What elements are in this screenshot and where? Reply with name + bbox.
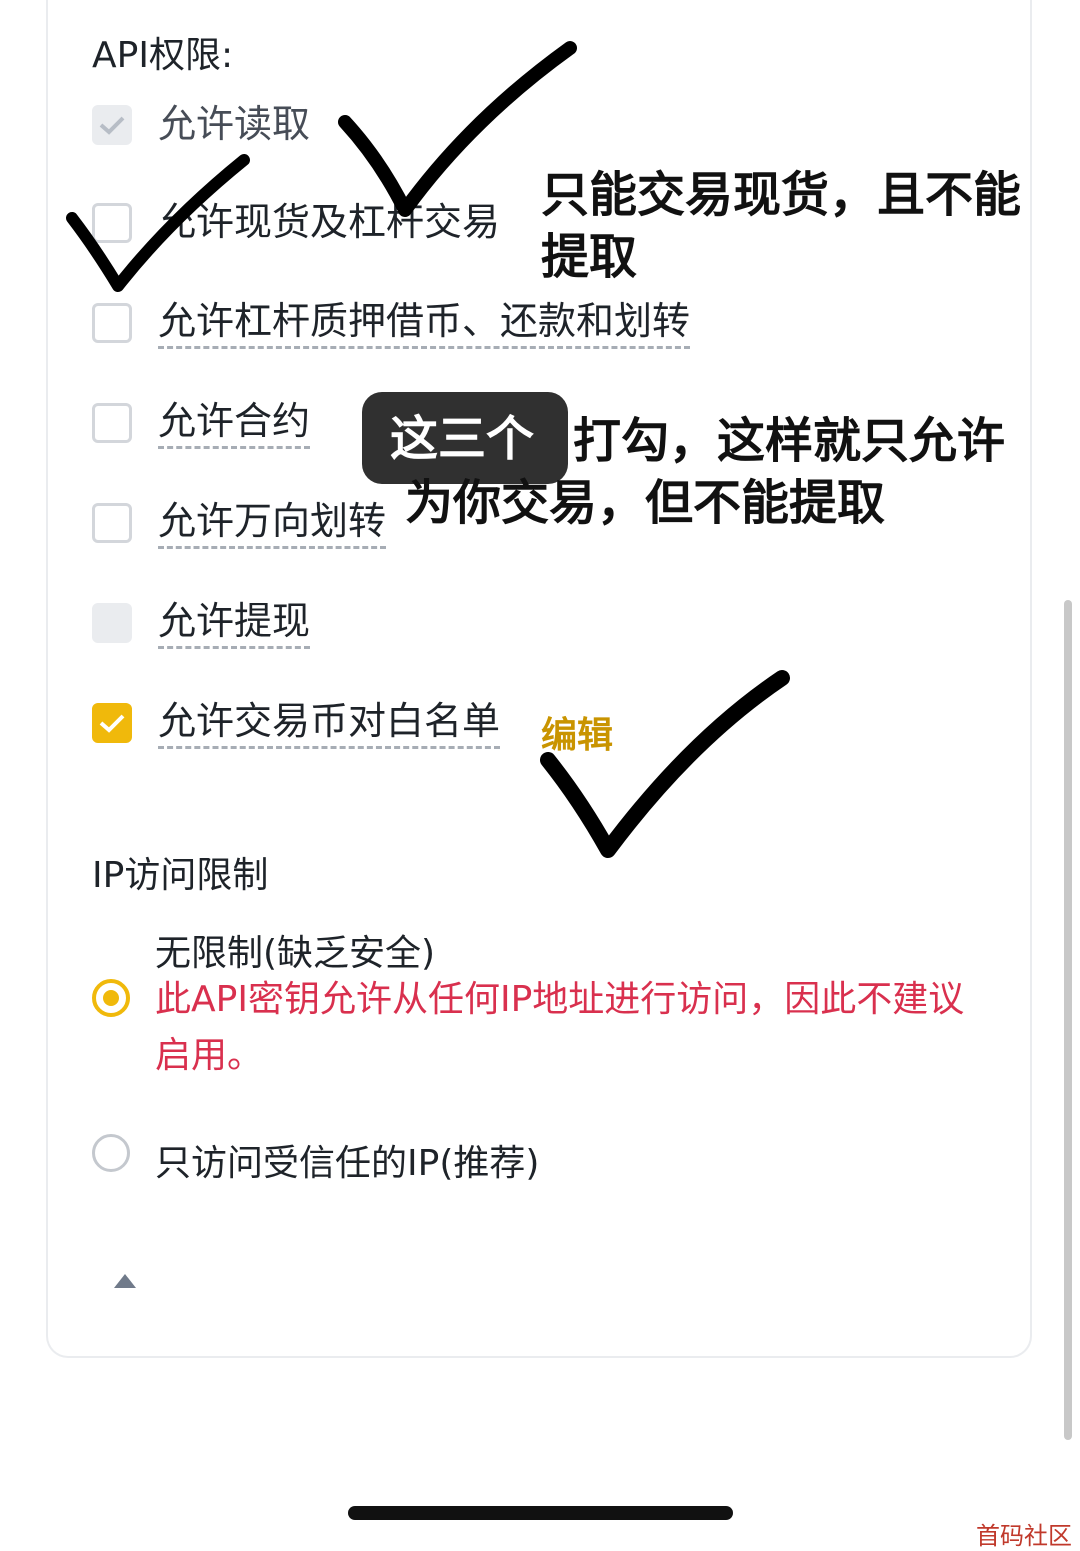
checkbox-whitelist[interactable] xyxy=(92,703,132,743)
caret-up-icon[interactable] xyxy=(112,1270,138,1290)
radio-trusted[interactable] xyxy=(92,1134,130,1172)
permission-whitelist-label[interactable]: 允许交易币对白名单 xyxy=(158,698,501,749)
api-permissions-title: API权限: xyxy=(92,35,234,76)
permission-universal-transfer[interactable]: 允许万向划转 xyxy=(92,498,387,549)
permission-margin-loan-label[interactable]: 允许杠杆质押借币、还款和划转 xyxy=(158,298,691,349)
checkbox-withdraw xyxy=(92,603,132,643)
ip-option-trusted-title[interactable]: 只访问受信任的IP(推荐) xyxy=(155,1134,539,1186)
permission-withdraw-label: 允许提现 xyxy=(158,598,311,649)
permission-spot-margin[interactable]: 允许现货及杠杆交易 xyxy=(92,198,500,248)
permission-read-label: 允许读取 xyxy=(158,102,311,146)
permission-withdraw: 允许提现 xyxy=(92,598,311,649)
permission-read: 允许读取 xyxy=(92,100,310,150)
scrollbar[interactable] xyxy=(1064,600,1072,1440)
checkbox-margin-loan[interactable] xyxy=(92,303,132,343)
checkmark-icon xyxy=(99,714,125,733)
home-indicator[interactable] xyxy=(348,1506,733,1520)
permission-whitelist[interactable]: 允许交易币对白名单 xyxy=(92,698,501,749)
permission-universal-transfer-label[interactable]: 允许万向划转 xyxy=(158,498,387,549)
permission-futures[interactable]: 允许合约 xyxy=(92,398,311,449)
permission-spot-margin-label[interactable]: 允许现货及杠杆交易 xyxy=(158,199,500,247)
checkmark-icon xyxy=(99,116,125,135)
watermark: 首码社区 xyxy=(976,1522,1072,1550)
ip-option-unrestricted-warning: 此API密钥允许从任何IP地址进行访问，因此不建议启用。 xyxy=(155,979,965,1076)
annotation-note-middle: 打勾，这样就只允许为你交易，但不能提取 xyxy=(405,413,1006,531)
checkbox-spot-margin[interactable] xyxy=(92,203,132,243)
radio-unrestricted[interactable] xyxy=(92,979,130,1017)
checkbox-read xyxy=(92,105,132,145)
ip-option-unrestricted-title[interactable]: 无限制(缺乏安全) xyxy=(155,924,435,976)
edit-whitelist-link[interactable]: 编辑 xyxy=(541,706,613,758)
annotation-note-top: 只能交易现货，且不能提取 xyxy=(541,167,1022,285)
ip-restriction-title: IP访问限制 xyxy=(92,855,269,896)
permission-futures-label[interactable]: 允许合约 xyxy=(158,398,311,449)
permission-margin-loan[interactable]: 允许杠杆质押借币、还款和划转 xyxy=(92,298,691,349)
checkbox-futures[interactable] xyxy=(92,403,132,443)
checkbox-universal-transfer[interactable] xyxy=(92,503,132,543)
